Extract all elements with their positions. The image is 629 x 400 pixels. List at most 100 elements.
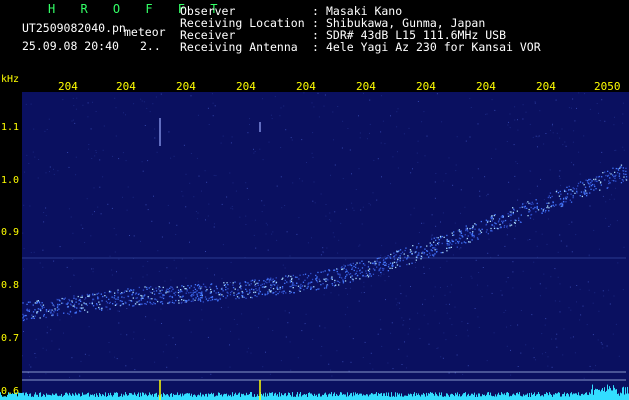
baseline-bar bbox=[562, 394, 563, 400]
baseline-bar bbox=[199, 395, 200, 400]
baseline-bar bbox=[601, 389, 602, 400]
trace-point bbox=[124, 301, 126, 303]
trace-point bbox=[196, 293, 198, 295]
trace-point bbox=[275, 294, 277, 296]
trace-point bbox=[262, 286, 265, 288]
trace-point bbox=[619, 177, 621, 179]
trace-point bbox=[32, 311, 35, 313]
trace-point bbox=[133, 289, 135, 291]
trace-point bbox=[426, 250, 428, 252]
baseline-bar bbox=[600, 391, 601, 400]
baseline-bar bbox=[597, 389, 598, 400]
trace-point bbox=[608, 182, 610, 185]
trace-point bbox=[457, 230, 459, 232]
baseline-bar bbox=[215, 396, 216, 400]
trace-point bbox=[98, 301, 100, 303]
trace-point bbox=[622, 180, 624, 182]
trace-point bbox=[440, 252, 442, 254]
trace-point bbox=[615, 167, 617, 170]
trace-point bbox=[319, 280, 321, 282]
trace-point bbox=[495, 223, 497, 225]
trace-point bbox=[161, 296, 163, 299]
trace-point bbox=[372, 268, 375, 270]
trace-point bbox=[227, 288, 229, 290]
trace-point bbox=[43, 315, 45, 317]
trace-point bbox=[617, 168, 619, 170]
trace-point bbox=[105, 306, 107, 308]
baseline-bar bbox=[21, 393, 22, 400]
trace-point bbox=[222, 290, 224, 292]
baseline-bar bbox=[53, 394, 54, 400]
trace-point bbox=[435, 239, 437, 241]
trace-point bbox=[108, 302, 111, 304]
trace-point bbox=[221, 288, 223, 290]
trace-point bbox=[272, 278, 274, 280]
trace-point bbox=[296, 282, 298, 284]
baseline-bar bbox=[606, 390, 607, 400]
trace-point bbox=[385, 264, 387, 266]
trace-point bbox=[180, 289, 182, 291]
baseline-bar bbox=[369, 394, 370, 400]
trace-point bbox=[585, 179, 587, 181]
trace-point bbox=[209, 286, 211, 288]
trace-point bbox=[374, 269, 376, 271]
trace-point bbox=[531, 201, 533, 203]
baseline-bar bbox=[274, 393, 275, 400]
trace-point bbox=[248, 292, 251, 294]
trace-point bbox=[509, 223, 511, 225]
baseline-bar bbox=[200, 392, 201, 400]
baseline-bar bbox=[63, 395, 64, 400]
baseline-bar bbox=[277, 394, 278, 400]
baseline-bar bbox=[283, 395, 284, 400]
baseline-bar bbox=[229, 395, 230, 400]
baseline-bar bbox=[320, 396, 321, 400]
trace-point bbox=[431, 250, 433, 252]
baseline-bar bbox=[111, 395, 112, 400]
baseline-bar bbox=[164, 394, 165, 400]
baseline-bar bbox=[451, 393, 452, 400]
trace-point bbox=[387, 255, 389, 257]
trace-point bbox=[347, 264, 349, 266]
baseline-bar bbox=[25, 392, 26, 400]
baseline-bar bbox=[508, 392, 509, 400]
baseline-bar bbox=[77, 395, 78, 400]
trace-point bbox=[194, 299, 196, 301]
baseline-bar bbox=[43, 394, 44, 400]
trace-point bbox=[157, 300, 159, 303]
baseline-bar bbox=[42, 396, 43, 400]
trace-point bbox=[442, 251, 444, 254]
trace-point bbox=[446, 244, 448, 246]
baseline-bar bbox=[347, 392, 348, 400]
baseline-bar bbox=[500, 395, 501, 400]
trace-point bbox=[499, 223, 501, 226]
trace-point bbox=[336, 270, 338, 273]
trace-point bbox=[22, 302, 24, 304]
trace-point bbox=[290, 280, 293, 283]
trace-point bbox=[605, 174, 607, 177]
trace-point bbox=[114, 295, 116, 297]
trace-point bbox=[200, 297, 202, 299]
baseline-bar bbox=[383, 393, 384, 400]
trace-point bbox=[337, 280, 339, 283]
baseline-bar bbox=[103, 394, 104, 400]
trace-point bbox=[171, 296, 174, 299]
baseline-bar bbox=[507, 392, 508, 400]
trace-point bbox=[584, 193, 586, 195]
trace-point bbox=[584, 186, 587, 188]
baseline-bar bbox=[582, 393, 583, 400]
trace-point bbox=[165, 290, 167, 292]
baseline-bar bbox=[93, 395, 94, 400]
baseline-bar bbox=[612, 390, 613, 400]
trace-point bbox=[315, 289, 317, 291]
baseline-bar bbox=[116, 392, 117, 400]
trace-point bbox=[117, 292, 119, 294]
trace-point bbox=[155, 290, 158, 292]
trace-point bbox=[567, 193, 569, 195]
trace-point bbox=[240, 288, 242, 290]
trace-point bbox=[268, 281, 270, 283]
trace-point bbox=[362, 275, 364, 277]
baseline-bar bbox=[322, 394, 323, 400]
baseline-bar bbox=[571, 392, 572, 400]
baseline-bar bbox=[275, 392, 276, 400]
trace-point bbox=[335, 284, 337, 286]
